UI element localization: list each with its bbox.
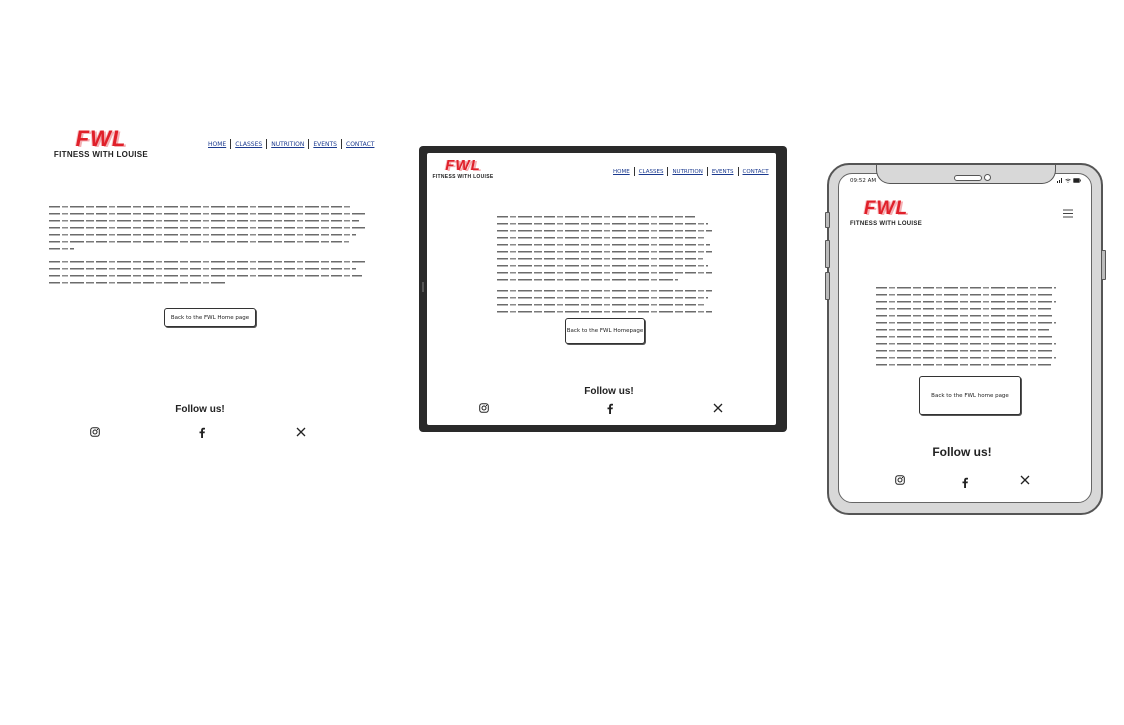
- phone-side-button: [825, 212, 830, 228]
- nav-home[interactable]: HOME: [204, 141, 230, 148]
- signal-icon: [1057, 178, 1062, 183]
- instagram-icon[interactable]: [478, 402, 490, 414]
- tablet-nav: HOME CLASSES NUTRITION EVENTS CONTACT: [609, 166, 773, 177]
- mobile-follow-heading: Follow us!: [932, 445, 992, 459]
- mobile-body-text: [876, 284, 1056, 368]
- tablet-logo[interactable]: FWL FITNESS WITH LOUISE: [432, 158, 494, 180]
- phone-side-button: [825, 240, 830, 268]
- tablet-back-button[interactable]: Back to the FWL Homepage: [565, 318, 645, 344]
- x-twitter-icon[interactable]: [295, 426, 307, 438]
- logo-mark: FWL: [445, 157, 481, 174]
- nav-classes[interactable]: CLASSES: [635, 169, 668, 175]
- phone-speaker: [954, 175, 982, 181]
- logo-subtitle: FITNESS WITH LOUISE: [432, 174, 494, 180]
- logo-subtitle: FITNESS WITH LOUISE: [849, 221, 923, 227]
- x-twitter-icon[interactable]: [1019, 474, 1031, 486]
- desktop-body-text: [49, 203, 365, 286]
- nav-nutrition[interactable]: NUTRITION: [267, 141, 308, 148]
- nav-contact[interactable]: CONTACT: [739, 169, 773, 175]
- mobile-back-button[interactable]: Back to the FWL home page: [919, 376, 1021, 415]
- hamburger-menu-icon[interactable]: [1063, 205, 1073, 218]
- logo-subtitle: FITNESS WITH LOUISE: [53, 150, 149, 159]
- facebook-icon[interactable]: [604, 402, 616, 414]
- nav-classes[interactable]: CLASSES: [231, 141, 266, 148]
- status-icons: [1057, 178, 1081, 183]
- nav-contact[interactable]: CONTACT: [342, 141, 378, 148]
- facebook-icon[interactable]: [959, 476, 971, 488]
- instagram-icon[interactable]: [89, 426, 101, 438]
- nav-events[interactable]: EVENTS: [708, 169, 738, 175]
- desktop-back-button[interactable]: Back to the FWL Home page: [164, 308, 256, 327]
- mobile-logo[interactable]: FWL FITNESS WITH LOUISE: [848, 199, 924, 227]
- x-twitter-icon[interactable]: [712, 402, 724, 414]
- nav-events[interactable]: EVENTS: [309, 141, 341, 148]
- nav-nutrition[interactable]: NUTRITION: [668, 169, 706, 175]
- wifi-icon: [1065, 178, 1071, 183]
- battery-icon: [1073, 178, 1081, 183]
- instagram-icon[interactable]: [894, 474, 906, 486]
- desktop-nav: HOME CLASSES NUTRITION EVENTS CONTACT: [204, 138, 378, 150]
- desktop-follow-heading: Follow us!: [175, 404, 225, 415]
- status-time: 09:52 AM: [850, 178, 877, 184]
- phone-side-button: [1101, 250, 1106, 280]
- phone-side-button: [825, 272, 830, 300]
- tablet-body-text: [497, 213, 712, 315]
- nav-home[interactable]: HOME: [609, 169, 634, 175]
- tablet-side-button: [422, 282, 424, 292]
- phone-camera: [984, 174, 991, 181]
- tablet-follow-heading: Follow us!: [584, 386, 634, 397]
- facebook-icon[interactable]: [196, 426, 208, 438]
- desktop-logo[interactable]: FWL FITNESS WITH LOUISE: [36, 128, 166, 159]
- logo-mark: FWL: [863, 198, 909, 219]
- logo-mark: FWL: [75, 126, 127, 151]
